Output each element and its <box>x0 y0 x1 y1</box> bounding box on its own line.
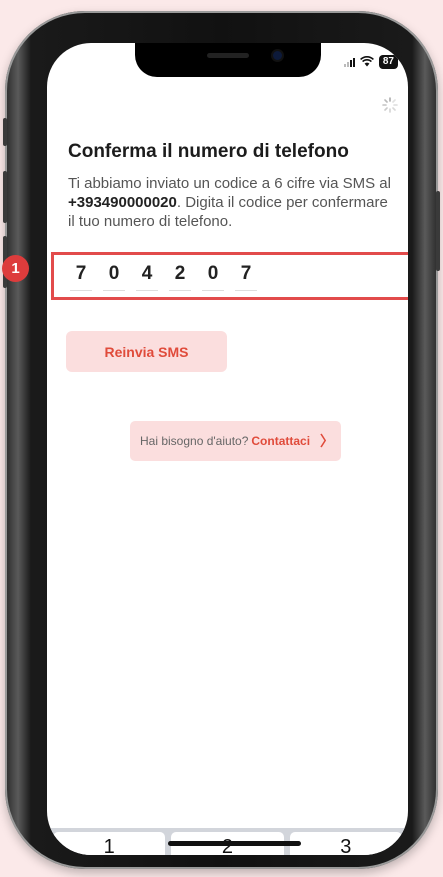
code-digit-4[interactable]: 2 <box>169 263 191 291</box>
code-digit-3[interactable]: 4 <box>136 263 158 291</box>
sms-instructions: Ti abbiamo inviato un codice a 6 cifre v… <box>68 174 398 231</box>
verification-code-input[interactable]: 7 0 4 2 0 7 <box>70 263 257 291</box>
notch <box>135 43 321 77</box>
code-digit-5[interactable]: 0 <box>202 263 224 291</box>
verification-code-highlight: 7 0 4 2 0 7 <box>51 252 408 300</box>
code-digit-2[interactable]: 0 <box>103 263 125 291</box>
help-contact-banner[interactable]: Hai bisogno d'aiuto? Contattaci 〉 <box>130 421 341 461</box>
keypad-key-3[interactable]: 3 <box>289 832 402 855</box>
page-title: Conferma il numero di telefono <box>68 141 349 162</box>
front-camera <box>273 51 282 60</box>
battery-indicator: 87 <box>378 55 398 69</box>
help-question: Hai bisogno d'aiuto? <box>140 434 249 448</box>
keypad-key-1[interactable]: 1 <box>53 832 166 855</box>
annotation-marker: 1 <box>2 255 29 282</box>
power-button <box>436 191 440 271</box>
signal-icon <box>343 57 355 67</box>
instructions-text-1: Ti abbiamo inviato un codice a 6 cifre v… <box>68 175 391 192</box>
status-bar: 87 <box>343 55 398 69</box>
resend-sms-button[interactable]: Reinvia SMS <box>66 331 227 372</box>
silent-switch <box>3 118 7 146</box>
contact-link[interactable]: Contattaci <box>251 434 310 448</box>
volume-up-button <box>3 171 7 223</box>
code-digit-6[interactable]: 7 <box>235 263 257 291</box>
loading-spinner-icon <box>382 97 398 113</box>
speaker-grille <box>207 53 249 58</box>
phone-frame: 87 Conferma il numero di telefono Ti abb… <box>3 11 440 869</box>
app-screen: 87 Conferma il numero di telefono Ti abb… <box>47 43 408 855</box>
phone-number: +393490000020 <box>68 194 177 211</box>
home-indicator[interactable] <box>168 841 301 846</box>
wifi-icon <box>359 55 374 69</box>
chevron-right-icon: 〉 <box>320 433 335 449</box>
code-digit-1[interactable]: 7 <box>70 263 92 291</box>
